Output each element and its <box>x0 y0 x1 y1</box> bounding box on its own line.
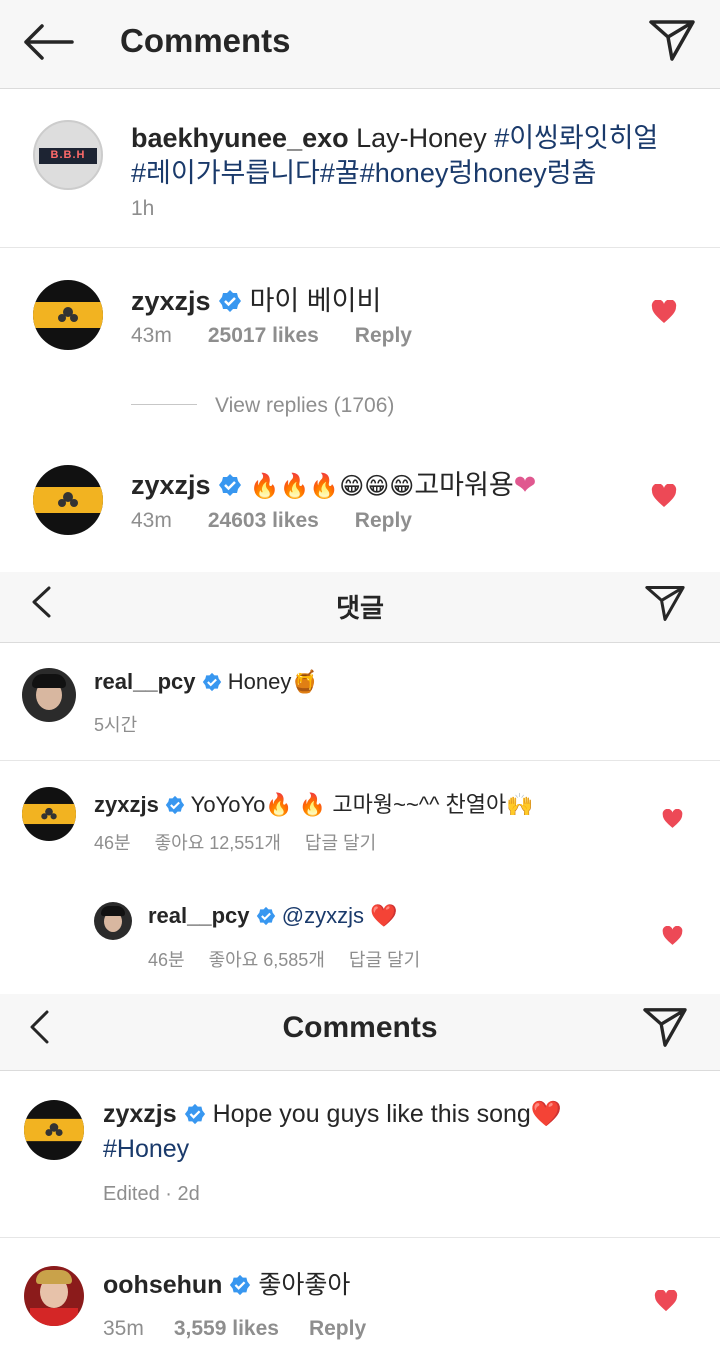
caption-text: Honey <box>227 669 292 694</box>
reply-button[interactable]: 답글 달기 <box>305 833 376 853</box>
heart-icon[interactable] <box>662 926 683 946</box>
direct-message-icon[interactable] <box>642 1006 688 1048</box>
comment-meta: 35m 3,559 likes Reply <box>103 1317 402 1341</box>
caption-line-1: zyxzjs Hope you guys like this song❤️ <box>103 1100 562 1129</box>
page-title: Comments <box>120 22 291 59</box>
caption-line: real__pcy Honey🍯 <box>94 669 319 695</box>
reply-button[interactable]: 답글 달기 <box>349 950 420 970</box>
comment-body-a: YoYoYo <box>190 792 266 817</box>
comment-body: 좋아좋아 <box>258 1271 351 1299</box>
divider <box>0 247 720 248</box>
comment-text: zyxzjs 🔥🔥🔥😁😁😁고마워용❤ <box>131 463 536 502</box>
heart-icon[interactable] <box>654 1290 678 1312</box>
divider <box>0 88 720 89</box>
reply-meta: 46분 좋아요 6,585개 답글 달기 <box>148 946 456 972</box>
heart-icon[interactable] <box>651 484 677 508</box>
comment-text: oohsehun 좋아좋아 <box>103 1265 350 1301</box>
avatar[interactable]: B.B.H <box>33 120 103 190</box>
comment-body-b: 고마웡~~^^ 찬열아 <box>332 792 507 817</box>
avatar[interactable] <box>33 465 103 535</box>
username[interactable]: oohsehun <box>103 1271 222 1299</box>
fire-emoji-icon: 🔥🔥🔥 <box>249 473 340 500</box>
avatar[interactable] <box>94 902 132 940</box>
timestamp: 43m <box>131 509 172 532</box>
hashtag[interactable]: #이씽롸잇히얼 <box>494 123 658 153</box>
verified-badge-icon <box>256 906 275 926</box>
username[interactable]: real__pcy <box>94 669 196 694</box>
mention-link[interactable]: @zyxzjs <box>282 903 364 928</box>
username[interactable]: baekhyunee_exo <box>131 123 349 153</box>
comment-meta: 46분 좋아요 12,551개 답글 달기 <box>94 829 412 855</box>
caption-text: Hope you guys like this song <box>212 1100 531 1128</box>
username[interactable]: zyxzjs <box>103 1100 177 1128</box>
comment-meta: 43m 25017 likes Reply <box>131 324 448 348</box>
divider <box>0 1237 720 1238</box>
hashtags[interactable]: #레이가부릅니다#꿀#honey렁honey렁춤 <box>131 151 596 190</box>
caption-line-1: baekhyunee_exo Lay-Honey #이씽롸잇히얼 <box>131 116 658 155</box>
red-heart-emoji-icon: ❤️ <box>370 903 398 928</box>
timestamp: 35m <box>103 1317 144 1340</box>
avatar[interactable] <box>22 668 76 722</box>
page-title: 댓글 <box>336 593 384 623</box>
verified-badge-icon <box>165 795 185 815</box>
timestamp: 46분 <box>148 950 185 970</box>
grin-emoji-icon: 😁😁😁 <box>339 473 415 500</box>
fire-emoji-icon: 🔥 🔥 <box>265 792 327 817</box>
caption-meta: Edited · 2d <box>103 1183 236 1206</box>
comment-meta: 43m 24603 likes Reply <box>131 509 448 533</box>
replies-line <box>131 404 197 405</box>
timestamp: 46분 <box>94 833 131 853</box>
comment-body: 고마워용 <box>414 470 514 500</box>
view-replies-button[interactable]: View replies (1706) <box>215 394 394 418</box>
direct-message-icon[interactable] <box>648 18 696 62</box>
raising-hands-emoji-icon: 🙌 <box>506 792 534 817</box>
page-title: Comments <box>282 1011 438 1044</box>
likes-count[interactable]: 24603 likes <box>208 509 319 532</box>
header-bar <box>0 0 720 88</box>
username[interactable]: zyxzjs <box>131 470 211 500</box>
username[interactable]: zyxzjs <box>131 286 211 316</box>
heart-emoji-icon: ❤ <box>513 470 537 500</box>
username[interactable]: zyxzjs <box>94 792 159 817</box>
likes-count[interactable]: 3,559 likes <box>174 1317 279 1340</box>
divider <box>0 642 720 643</box>
divider <box>0 760 720 761</box>
verified-badge-icon <box>219 474 242 496</box>
direct-message-icon[interactable] <box>644 584 686 622</box>
verified-badge-icon <box>230 1274 251 1296</box>
reply-button[interactable]: Reply <box>355 509 412 532</box>
reply-button[interactable]: Reply <box>309 1317 366 1340</box>
heart-icon[interactable] <box>662 809 683 829</box>
comment-text: zyxzjs YoYoYo🔥 🔥 고마웡~~^^ 찬열아🙌 <box>94 787 534 819</box>
timestamp: 1h <box>131 197 155 220</box>
caption-meta: 5시간 <box>94 711 173 737</box>
likes-count[interactable]: 좋아요 12,551개 <box>155 833 281 853</box>
timestamp: Edited · 2d <box>103 1183 200 1205</box>
heart-icon[interactable] <box>651 300 677 324</box>
avatar-text: B.B.H <box>50 149 86 161</box>
timestamp: 5시간 <box>94 715 138 735</box>
honey-pot-emoji-icon: 🍯 <box>291 669 319 694</box>
avatar[interactable] <box>22 787 76 841</box>
verified-badge-icon <box>219 290 242 312</box>
comment-text: zyxzjs 마이 베이비 <box>131 279 381 318</box>
verified-badge-icon <box>184 1103 205 1125</box>
hashtag[interactable]: #Honey <box>103 1135 189 1164</box>
avatar[interactable] <box>24 1100 84 1160</box>
comment-body: 마이 베이비 <box>249 286 382 316</box>
verified-badge-icon <box>202 672 221 692</box>
red-heart-emoji-icon: ❤️ <box>530 1100 562 1128</box>
reply-text: real__pcy @zyxzjs ❤️ <box>148 903 398 929</box>
back-arrow-icon[interactable] <box>22 24 74 60</box>
username[interactable]: real__pcy <box>148 903 250 928</box>
likes-count[interactable]: 25017 likes <box>208 324 319 347</box>
reply-button[interactable]: Reply <box>355 324 412 347</box>
avatar[interactable] <box>33 280 103 350</box>
likes-count[interactable]: 좋아요 6,585개 <box>209 950 325 970</box>
divider <box>0 1070 720 1071</box>
avatar[interactable] <box>24 1266 84 1326</box>
caption-text: Lay-Honey <box>356 123 487 153</box>
caption-meta: 1h <box>131 197 190 221</box>
timestamp: 43m <box>131 324 172 347</box>
